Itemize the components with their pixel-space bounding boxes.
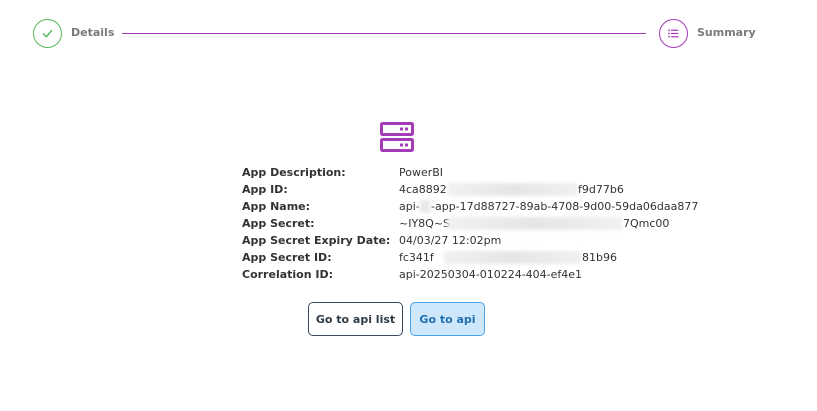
server-icon — [380, 122, 414, 152]
correlation-id-label: Correlation ID: — [242, 268, 334, 281]
app-id-redaction — [448, 183, 578, 196]
step-summary-label: Summary — [697, 26, 756, 39]
app-id-label: App ID: — [242, 183, 288, 196]
app-description-value: PowerBI — [399, 166, 444, 179]
app-secret-id-redaction — [444, 251, 582, 264]
step-details-label: Details — [71, 26, 115, 39]
app-secret-id-label: App Secret ID: — [242, 251, 332, 264]
app-name-value-end: -app-17d88727-89ab-4708-9d00-59da06daa87… — [431, 200, 699, 213]
app-description-label: App Description: — [242, 166, 346, 179]
stepper-connector-line — [122, 33, 646, 34]
correlation-id-value: api-20250304-010224-404-ef4e1 — [399, 268, 583, 281]
app-secret-expiry-value: 04/03/27 12:02pm — [399, 234, 502, 247]
step-summary-list-icon — [659, 19, 688, 48]
app-secret-id-value-start: fc341f — [399, 251, 434, 264]
app-id-value-end: f9d77b6 — [578, 183, 624, 196]
step-details-check-icon — [33, 19, 62, 48]
app-name-label: App Name: — [242, 200, 311, 213]
app-name-redaction — [419, 200, 431, 213]
app-secret-expiry-label: App Secret Expiry Date: — [242, 234, 391, 247]
app-id-value-start: 4ca8892 — [399, 183, 447, 196]
stepper: Details Summary — [0, 0, 817, 70]
app-secret-id-value-end: 81b96 — [582, 251, 617, 264]
go-to-api-button[interactable]: Go to api — [410, 302, 485, 336]
app-name-value-start: api- — [399, 200, 420, 213]
app-secret-value-end: 7Qmc00 — [623, 217, 670, 230]
app-secret-value-start: ~IY8Q~S — [399, 217, 451, 230]
go-to-api-list-button[interactable]: Go to api list — [308, 302, 403, 336]
app-secret-label: App Secret: — [242, 217, 315, 230]
app-secret-redaction — [447, 217, 622, 230]
